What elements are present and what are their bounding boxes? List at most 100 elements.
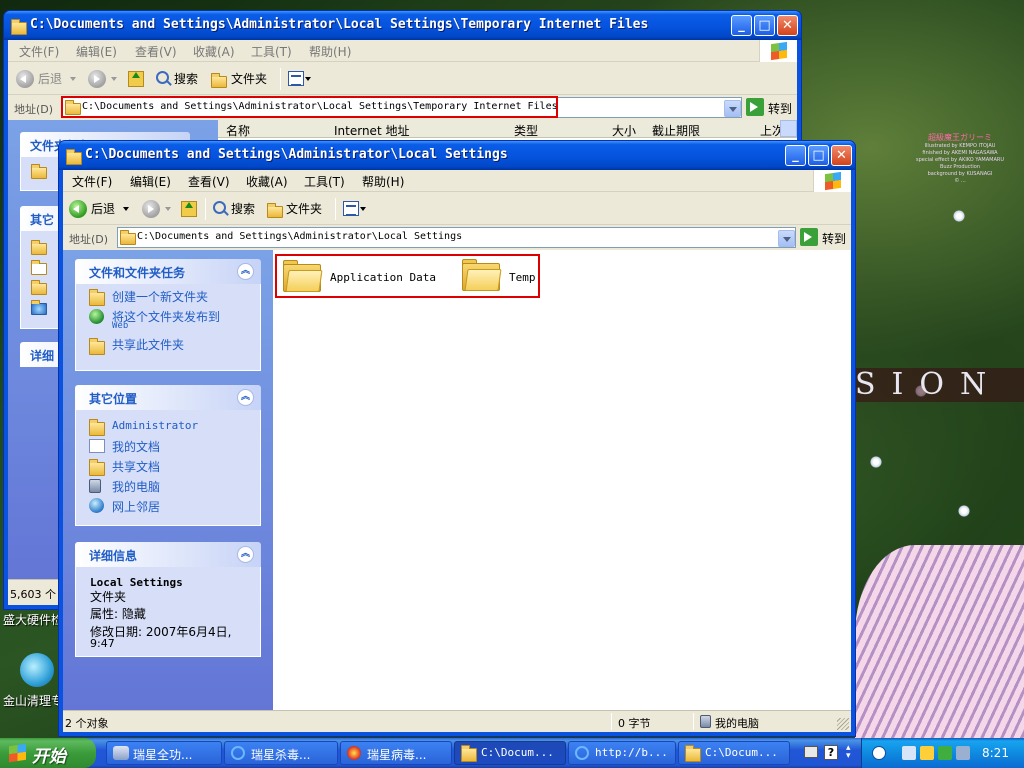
menu-favorites[interactable]: 收藏(A) — [193, 43, 235, 60]
views-dropdown-icon[interactable] — [360, 207, 366, 214]
menu-tools[interactable]: 工具(T) — [304, 173, 345, 190]
column-header-expires[interactable]: 截止期限 — [652, 122, 700, 139]
forward-arrow-icon[interactable] — [142, 200, 160, 218]
go-button[interactable]: 转到 — [822, 230, 846, 247]
tray-app-icon[interactable] — [902, 746, 916, 760]
task-button-explorer-1[interactable]: C:\Docum... — [454, 741, 566, 765]
menu-edit[interactable]: 编辑(E) — [130, 173, 171, 190]
collapse-chevron-icon[interactable]: ︽ — [237, 263, 254, 280]
maximize-button[interactable]: □ — [808, 145, 829, 166]
task-share-folder[interactable]: 共享此文件夹 — [112, 336, 184, 353]
resize-grip[interactable] — [837, 718, 849, 730]
task-new-folder[interactable]: 创建一个新文件夹 — [112, 288, 208, 305]
wallpaper-banner: SION — [855, 368, 1024, 402]
address-input[interactable]: C:\Documents and Settings\Administrator\… — [117, 227, 796, 248]
folder-icon[interactable] — [462, 259, 502, 291]
panel-header[interactable]: 其它位置 ︽ — [75, 385, 261, 410]
content-pane[interactable]: Application Data Temp — [273, 250, 851, 712]
folder-name-application-data[interactable]: Application Data — [330, 271, 436, 284]
search-button[interactable]: 搜索 — [231, 199, 255, 219]
column-header-type[interactable]: 类型 — [514, 122, 538, 139]
address-dropdown-icon[interactable] — [778, 230, 795, 247]
place-network[interactable]: 网上邻居 — [112, 498, 160, 515]
tray-volume-icon[interactable] — [956, 746, 970, 760]
task-publish-web-line2[interactable]: Web — [112, 321, 128, 331]
panel-header[interactable]: 详细信息 ︽ — [75, 542, 261, 567]
forward-arrow-icon[interactable] — [88, 70, 106, 88]
folders-button[interactable]: 文件夹 — [286, 199, 322, 219]
scroll-up-button[interactable] — [780, 120, 797, 137]
folder-icon — [685, 745, 701, 762]
folder-icon[interactable] — [283, 260, 323, 292]
minimize-button[interactable]: _ — [785, 145, 806, 166]
titlebar[interactable]: C:\Documents and Settings\Administrator\… — [4, 11, 801, 40]
clock[interactable]: 8:21 — [982, 746, 1009, 760]
keyboard-icon[interactable] — [804, 746, 818, 758]
views-dropdown-icon[interactable] — [305, 77, 311, 84]
jinshan-cleaner-icon[interactable] — [20, 653, 54, 687]
desktop-icon-label-cleaner[interactable]: 金山清理专 — [3, 692, 63, 709]
menu-help[interactable]: 帮助(H) — [309, 43, 351, 60]
place-administrator[interactable]: Administrator — [112, 419, 198, 432]
task-button-explorer-2[interactable]: C:\Docum... — [678, 741, 790, 765]
collapse-chevron-icon[interactable]: ︽ — [237, 546, 254, 563]
desktop-icon-label-hardware[interactable]: 盛大硬件检 — [3, 611, 63, 628]
go-arrow-icon[interactable] — [746, 98, 764, 116]
menu-file[interactable]: 文件(F) — [19, 43, 59, 60]
menu-view[interactable]: 查看(V) — [188, 173, 230, 190]
place-my-computer[interactable]: 我的电脑 — [112, 478, 160, 495]
tray-expand-chevron-icon[interactable] — [872, 746, 886, 760]
menu-tools[interactable]: 工具(T) — [251, 43, 292, 60]
task-button-rising-virus[interactable]: 瑞星病毒... — [340, 741, 452, 765]
folder-up-icon[interactable] — [128, 71, 144, 87]
close-button[interactable]: ✕ — [831, 145, 852, 166]
column-header-name[interactable]: 名称 — [226, 122, 250, 139]
forward-dropdown-icon[interactable] — [165, 207, 171, 214]
menu-file[interactable]: 文件(F) — [72, 173, 112, 190]
menu-favorites[interactable]: 收藏(A) — [246, 173, 288, 190]
forward-dropdown-icon[interactable] — [111, 77, 117, 84]
back-button[interactable]: 后退 — [38, 69, 62, 89]
language-bar-options-icon[interactable]: ▴ ▾ — [846, 744, 851, 761]
help-icon[interactable]: ? — [824, 745, 838, 760]
address-input[interactable]: C:\Documents and Settings\Administrator\… — [62, 97, 742, 118]
menu-help[interactable]: 帮助(H) — [362, 173, 404, 190]
window-local-settings[interactable]: C:\Documents and Settings\Administrator\… — [58, 140, 856, 737]
go-button[interactable]: 转到 — [768, 100, 792, 117]
column-header-size[interactable]: 大小 — [612, 122, 636, 139]
menu-view[interactable]: 查看(V) — [135, 43, 177, 60]
tray-warning-icon[interactable] — [920, 746, 934, 760]
back-arrow-icon[interactable] — [16, 70, 34, 88]
task-button-rising-suite[interactable]: 瑞星全功... — [106, 741, 222, 765]
go-arrow-icon[interactable] — [800, 228, 818, 246]
start-button[interactable]: 开始 — [0, 738, 96, 768]
back-button[interactable]: 后退 — [91, 199, 115, 219]
task-button-rising-antivirus[interactable]: 瑞星杀毒... — [224, 741, 338, 765]
back-arrow-icon[interactable] — [69, 200, 87, 218]
folders-icon[interactable] — [211, 73, 227, 88]
close-button[interactable]: ✕ — [777, 15, 798, 36]
task-button-browser[interactable]: http://b... — [568, 741, 676, 765]
search-icon[interactable] — [156, 71, 169, 84]
address-dropdown-icon[interactable] — [724, 100, 741, 117]
titlebar[interactable]: C:\Documents and Settings\Administrator\… — [59, 141, 855, 170]
collapse-chevron-icon[interactable]: ︽ — [237, 389, 254, 406]
search-icon[interactable] — [213, 201, 226, 214]
folders-icon[interactable] — [267, 203, 283, 218]
place-shared-documents[interactable]: 共享文档 — [112, 458, 160, 475]
column-header-internet-address[interactable]: Internet 地址 — [334, 122, 409, 139]
minimize-button[interactable]: _ — [731, 15, 752, 36]
search-button[interactable]: 搜索 — [174, 69, 198, 89]
views-icon[interactable] — [343, 201, 359, 216]
back-dropdown-icon[interactable] — [123, 207, 129, 214]
menu-edit[interactable]: 编辑(E) — [76, 43, 117, 60]
folders-button[interactable]: 文件夹 — [231, 69, 267, 89]
maximize-button[interactable]: □ — [754, 15, 775, 36]
back-dropdown-icon[interactable] — [70, 77, 76, 84]
folder-up-icon[interactable] — [181, 201, 197, 217]
views-icon[interactable] — [288, 71, 304, 86]
folder-name-temp[interactable]: Temp — [509, 271, 536, 284]
tray-network-icon[interactable] — [938, 746, 952, 760]
panel-header[interactable]: 文件和文件夹任务 ︽ — [75, 259, 261, 284]
place-my-documents[interactable]: 我的文档 — [112, 438, 160, 455]
